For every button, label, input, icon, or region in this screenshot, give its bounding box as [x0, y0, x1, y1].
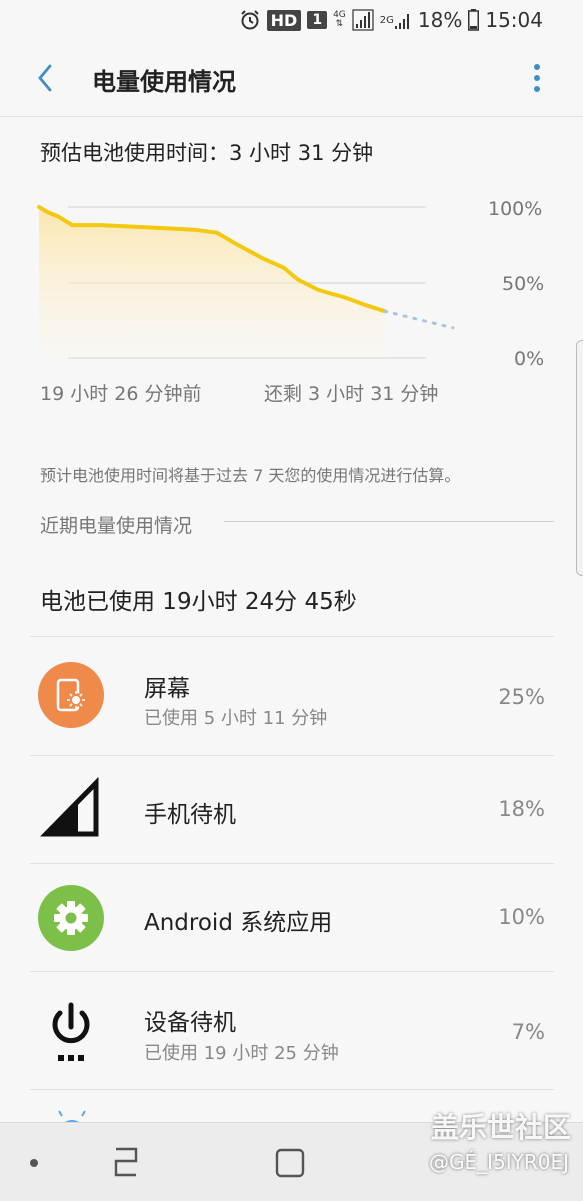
signal-2g-icon: 2G [380, 10, 412, 30]
sim-badge: 1 [307, 11, 328, 29]
battery-usage-chart: 100% 50% 0% 19 小时 26 分钟前 还剩 3 小时 31 分钟 [36, 190, 556, 405]
battery-icon [468, 9, 480, 31]
more-options-icon[interactable] [527, 62, 547, 96]
usage-item-name: Android 系统应用 [144, 910, 333, 936]
screen-brightness-icon [38, 662, 104, 728]
clock-time: 15:04 [485, 8, 543, 32]
usage-item-percent: 25% [498, 685, 545, 709]
section-divider [224, 521, 554, 522]
section-header: 近期电量使用情况 [40, 515, 193, 537]
network-2g-label: 2G [379, 14, 394, 26]
alarm-clock-icon [239, 9, 261, 31]
scroll-handle[interactable] [576, 340, 583, 576]
usage-item-percent: 10% [498, 905, 545, 929]
nav-dot-icon[interactable] [30, 1159, 38, 1167]
usage-item-name: 手机待机 [144, 802, 236, 828]
divider [30, 755, 554, 756]
divider [30, 863, 554, 864]
app-bar: 电量使用情况 [0, 40, 583, 117]
recent-apps-icon[interactable] [108, 1145, 144, 1183]
usage-item-name: 屏幕 [144, 676, 190, 702]
watermark-title: 盖乐世社区 [430, 1111, 571, 1144]
usage-item-percent: 18% [498, 797, 545, 821]
x-label-end: 还剩 3 小时 31 分钟 [264, 383, 439, 405]
chart-canvas [37, 205, 455, 359]
total-battery-used: 电池已使用 19小时 24分 45秒 [40, 589, 357, 615]
divider [30, 1089, 554, 1090]
divider [30, 971, 554, 972]
estimate-note: 预计电池使用时间将基于过去 7 天您的使用情况进行估算。 [40, 466, 461, 485]
hd-voice-badge: HD [266, 9, 302, 31]
battery-percent: 18% [417, 8, 463, 32]
projected-battery-line [383, 309, 455, 330]
usage-item-detail: 已使用 19 小时 25 分钟 [144, 1043, 339, 1064]
divider [30, 636, 554, 637]
x-label-start: 19 小时 26 分钟前 [40, 383, 202, 405]
page-title: 电量使用情况 [92, 68, 236, 96]
power-standby-icon [38, 997, 104, 1063]
signal-strength-icon [352, 9, 374, 31]
network-type-icon: 4G ⇅ [333, 10, 346, 29]
back-arrow-icon[interactable] [30, 60, 60, 96]
status-bar: HD 1 4G ⇅ 2G 18% 15:04 [0, 0, 583, 40]
y-tick-50: 50% [502, 273, 545, 295]
android-gear-icon [38, 885, 104, 951]
battery-estimate-text: 预估电池使用时间：3 小时 31 分钟 [40, 141, 374, 165]
usage-item-name: 设备待机 [144, 1010, 236, 1036]
watermark-handle: @GÉ_I5IYR0EJ [428, 1150, 569, 1174]
cell-signal-icon [38, 776, 104, 843]
home-button-icon[interactable] [272, 1147, 308, 1183]
usage-item-detail: 已使用 5 小时 11 分钟 [144, 708, 328, 729]
usage-item-percent: 7% [511, 1020, 545, 1044]
y-tick-100: 100% [488, 198, 543, 220]
y-tick-0: 0% [514, 348, 545, 370]
